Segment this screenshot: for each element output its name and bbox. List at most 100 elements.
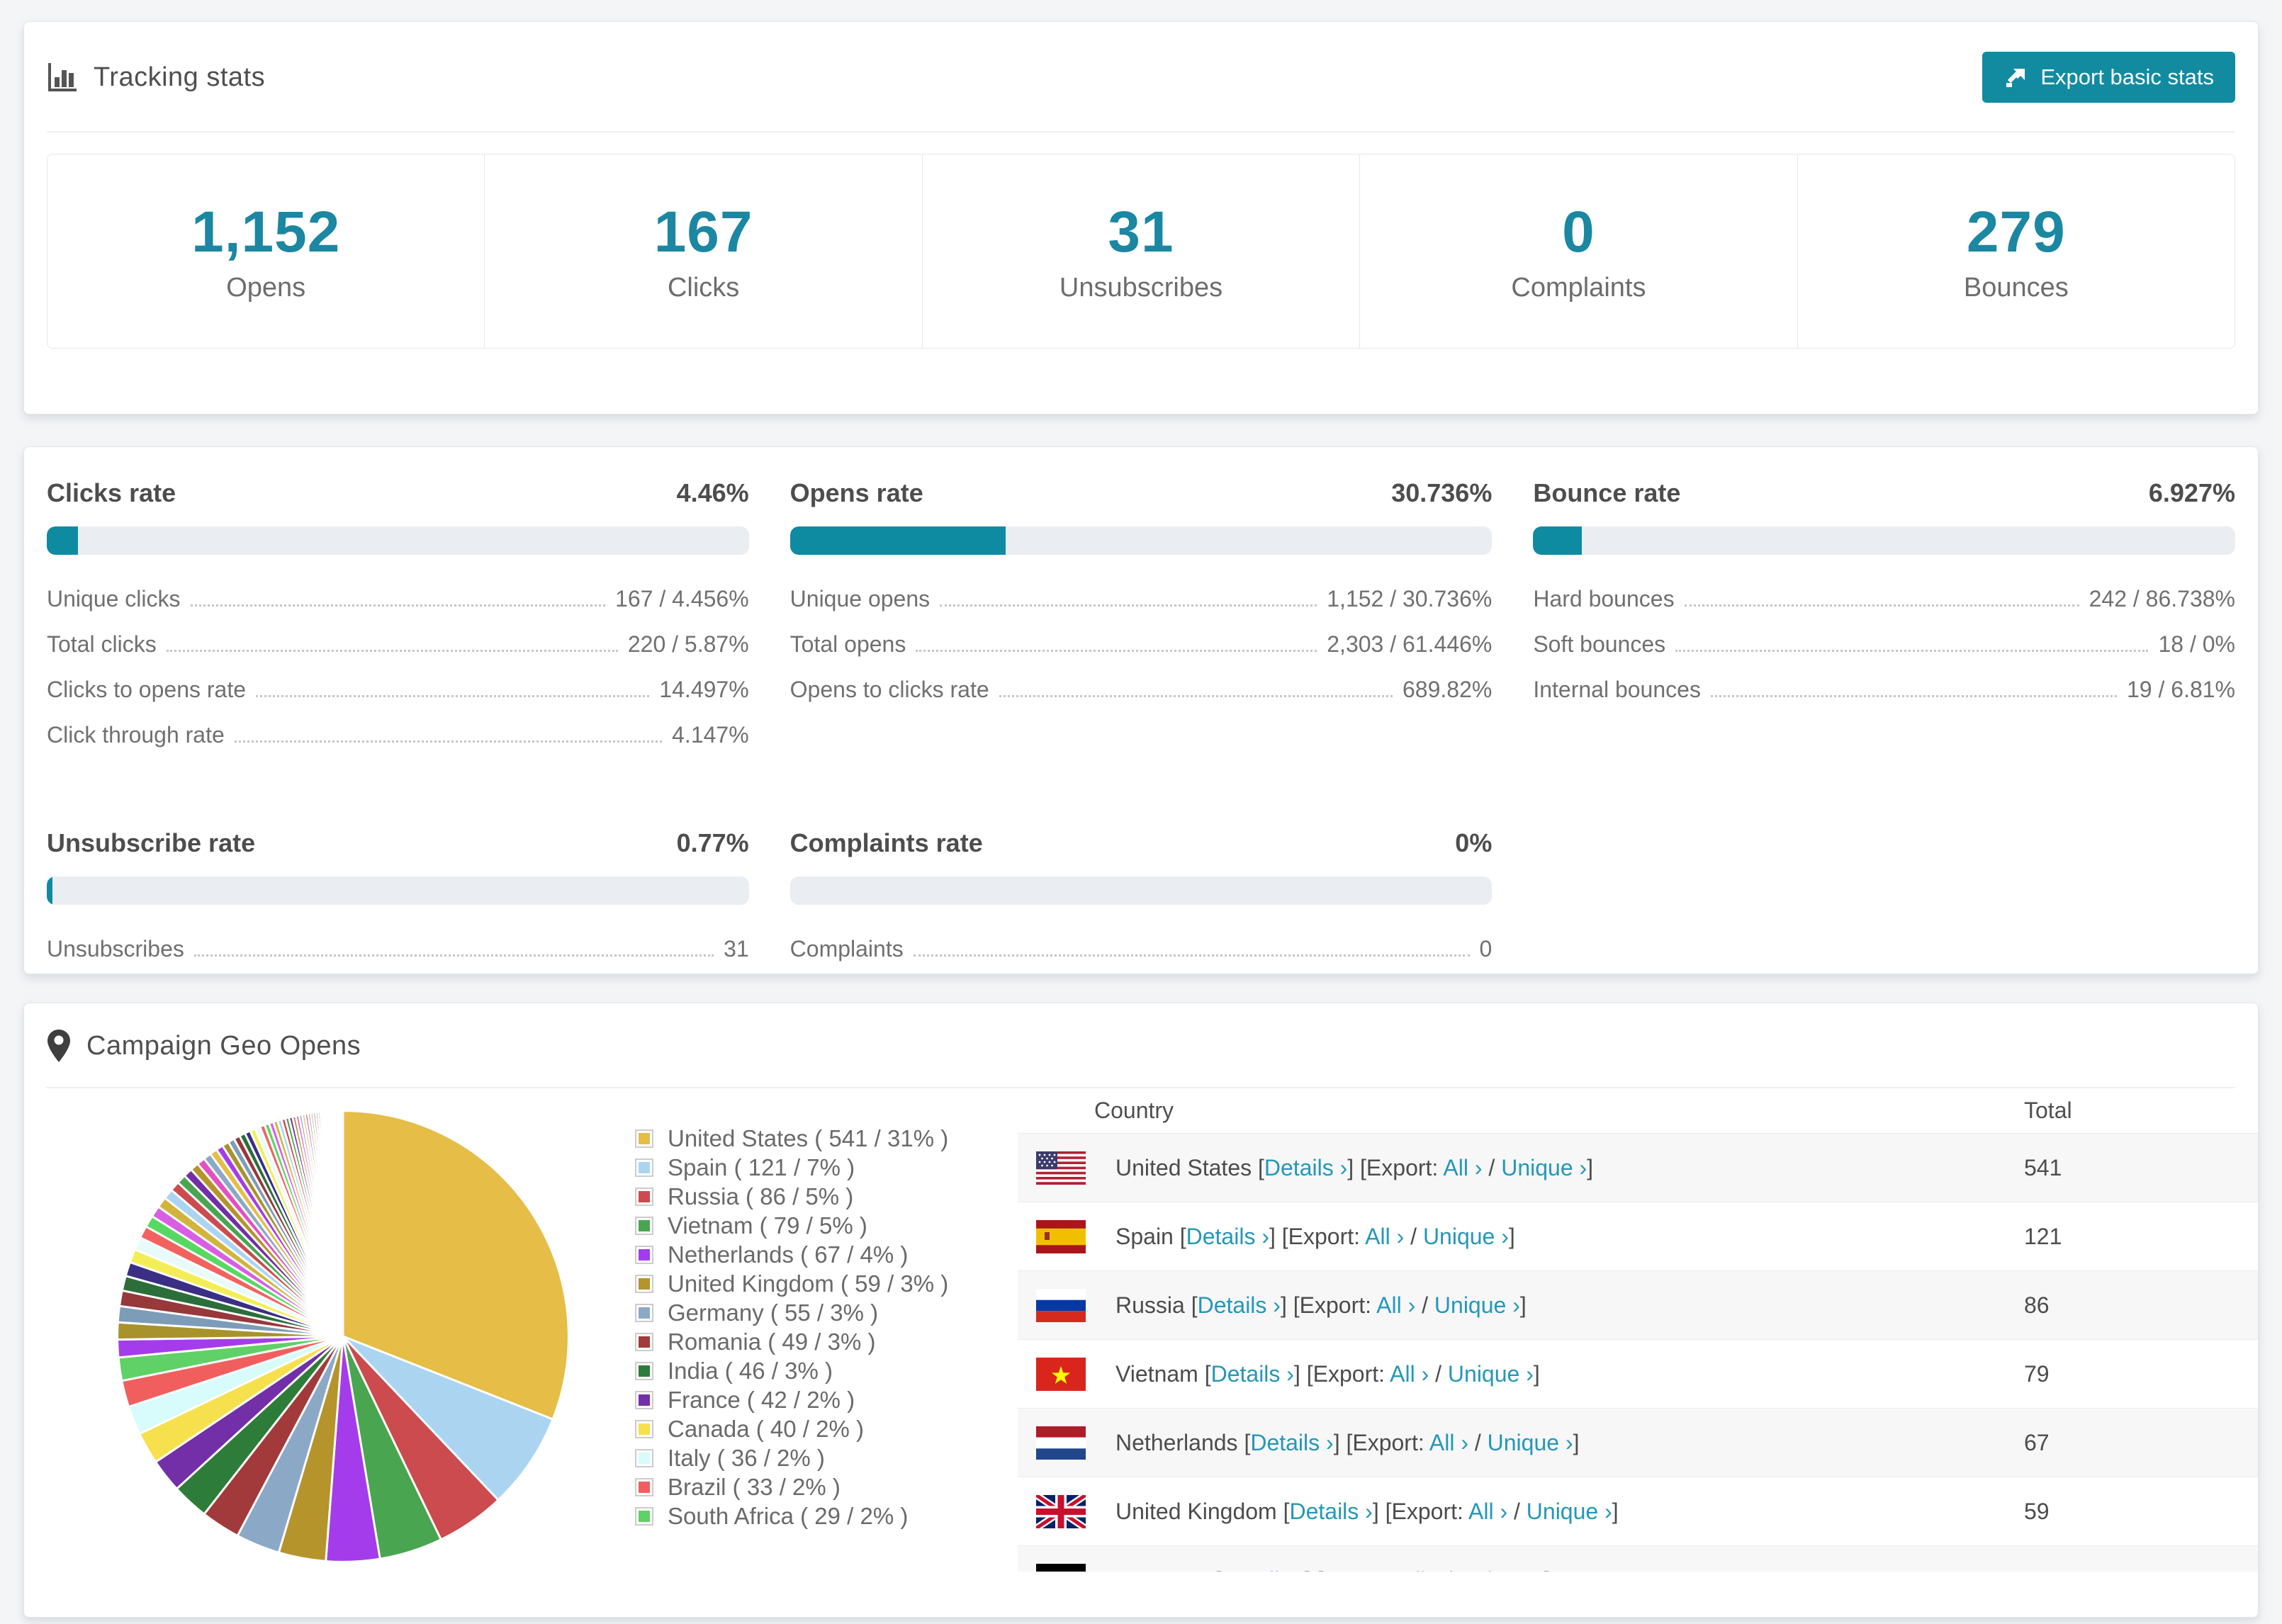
geo-table: Country Total United States [Details ›] …	[1018, 1088, 2258, 1572]
export-all-link[interactable]: All ›	[1376, 1292, 1415, 1318]
stat-line: Internal bounces 19 / 6.81%	[1533, 677, 2235, 706]
export-all-link[interactable]: All ›	[1443, 1155, 1482, 1180]
export-unique-link[interactable]: Unique ›	[1501, 1155, 1587, 1180]
export-unique-link[interactable]: Unique ›	[1423, 1224, 1509, 1249]
tracking-stats-card: Tracking stats Export basic stats 1,152 O…	[23, 21, 2259, 415]
stat-line: Unique clicks 167 / 4.456%	[47, 586, 749, 616]
rates-card: Clicks rate 4.46% Unique clicks 167 / 4.456…	[23, 446, 2259, 974]
progress-bar-fill	[47, 526, 79, 555]
stat-line: Total opens 2,303 / 61.446%	[790, 631, 1493, 661]
dotted-leader	[940, 604, 1317, 607]
stat-line-value: 220 / 5.87%	[627, 631, 749, 657]
details-link[interactable]: Details ›	[1250, 1430, 1333, 1455]
legend-label: Romania ( 49 / 3% )	[668, 1328, 876, 1355]
country-cell: Russia [Details ›] [Export: All › / Uniq…	[1018, 1288, 2024, 1322]
export-all-link[interactable]: All ›	[1429, 1430, 1468, 1455]
export-all-link[interactable]: All ›	[1400, 1567, 1439, 1572]
total-cell: 59	[2024, 1499, 2258, 1525]
stat-line-value: 689.82%	[1403, 677, 1493, 702]
details-link[interactable]: Details ›	[1211, 1361, 1294, 1387]
export-unique-link[interactable]: Unique ›	[1434, 1292, 1520, 1318]
export-unique-link[interactable]: Unique ›	[1488, 1430, 1573, 1455]
export-basic-stats-button[interactable]: Export basic stats	[1982, 52, 2235, 103]
geo-opens-header: Campaign Geo Opens	[24, 1003, 2258, 1087]
total-value: 79	[2024, 1360, 2050, 1387]
legend-label: France ( 42 / 2% )	[668, 1386, 855, 1413]
legend-swatch	[635, 1506, 653, 1526]
rate-title: Opens rate	[789, 478, 923, 507]
export-all-link[interactable]: All ›	[1365, 1224, 1404, 1249]
stat-line: Complaints 0	[790, 936, 1493, 966]
rate-head: Bounce rate 6.927%	[1533, 478, 2235, 508]
flag-es-icon	[1036, 1219, 1086, 1253]
rate-value: 4.46%	[676, 478, 749, 507]
legend-label: Germany ( 55 / 3% )	[668, 1299, 879, 1326]
total-cell: 121	[2024, 1224, 2258, 1250]
country-cell: Spain [Details ›] [Export: All › / Uniqu…	[1018, 1219, 2024, 1253]
total-value: 55	[2024, 1567, 2050, 1572]
details-link[interactable]: Details ›	[1186, 1224, 1269, 1249]
stat-label: Bounces	[1963, 273, 2069, 303]
rate-block-bounce-rate: Bounce rate 6.927% Hard bounces 242 / 86.73…	[1533, 478, 2235, 767]
rates-grid: Clicks rate 4.46% Unique clicks 167 / 4.456…	[47, 478, 2235, 981]
total-cell: 79	[2024, 1361, 2258, 1387]
legend-swatch	[635, 1245, 653, 1264]
stat-value: 31	[1108, 200, 1174, 264]
country-cell: United States [Details ›] [Export: All ›…	[1018, 1151, 2024, 1185]
details-link[interactable]: Details ›	[1289, 1499, 1372, 1524]
legend-item: United States ( 541 / 31% )	[635, 1124, 1018, 1153]
tracking-stats-header: Tracking stats Export basic stats	[24, 22, 2258, 131]
stat-line-value: 14.497%	[659, 677, 749, 702]
progress-bar-fill	[789, 526, 1006, 555]
legend-label: Vietnam ( 79 / 5% )	[668, 1212, 867, 1239]
pie-slice[interactable]	[340, 1110, 344, 1337]
legend-swatch	[635, 1390, 653, 1409]
legend-label: Netherlands ( 67 / 4% )	[668, 1241, 909, 1268]
stat-value: 279	[1966, 200, 2066, 264]
stat-line-label: Complaints	[789, 936, 904, 962]
rate-rows: Unique clicks 167 / 4.456% Total clicks 220…	[47, 586, 749, 752]
legend-swatch	[635, 1361, 653, 1380]
stat-label: Unsubscribes	[1059, 273, 1223, 303]
legend-label: South Africa ( 29 / 2% )	[668, 1502, 909, 1529]
export-unique-link[interactable]: Unique ›	[1458, 1567, 1544, 1572]
total-cell: 55	[2024, 1567, 2258, 1572]
export-all-link[interactable]: All ›	[1390, 1361, 1429, 1387]
summary-stats-row: 1,152 Opens 167 Clicks 31 Unsubscribes 0 Compla…	[47, 154, 2235, 349]
dotted-leader	[1710, 695, 2117, 697]
stat-line-label: Unsubscribes	[47, 936, 184, 962]
legend-label: Italy ( 36 / 2% )	[668, 1444, 825, 1471]
export-unique-link[interactable]: Unique ›	[1527, 1499, 1612, 1524]
rate-block-complaints-rate: Complaints rate 0% Complaints 0	[789, 828, 1493, 981]
country-links: Spain [Details ›] [Export: All › / Uniqu…	[1115, 1223, 1515, 1249]
flag-de-icon	[1036, 1563, 1086, 1572]
pie-legend: United States ( 541 / 31% ) Spain ( 121 /…	[635, 1088, 1018, 1617]
details-link[interactable]: Details ›	[1221, 1567, 1304, 1572]
details-link[interactable]: Details ›	[1198, 1292, 1281, 1318]
dotted-leader	[999, 695, 1393, 697]
rate-block-opens-rate: Opens rate 30.736% Unique opens 1,152 / 30.…	[789, 478, 1493, 767]
stat-label: Complaints	[1511, 273, 1646, 303]
stat-label: Opens	[226, 273, 306, 303]
legend-label: Brazil ( 33 / 2% )	[668, 1473, 841, 1500]
legend-swatch	[635, 1448, 653, 1467]
stat-line: Unique opens 1,152 / 30.736%	[790, 586, 1493, 616]
stat-line-label: Unique opens	[789, 586, 931, 611]
export-all-link[interactable]: All ›	[1468, 1499, 1507, 1524]
progress-bar-fill	[47, 876, 52, 905]
rate-block-clicks-rate: Clicks rate 4.46% Unique clicks 167 / 4.456…	[47, 478, 749, 767]
details-link[interactable]: Details ›	[1264, 1155, 1347, 1180]
dotted-leader	[190, 604, 606, 607]
rate-rows: Complaints 0	[790, 936, 1493, 966]
country-links: Germany [Details ›] [Export: All › / Uni…	[1115, 1567, 1551, 1572]
stat-line: Total clicks 220 / 5.87%	[47, 631, 749, 661]
dotted-leader	[1675, 650, 2149, 652]
export-unique-link[interactable]: Unique ›	[1448, 1361, 1534, 1387]
stat-line-value: 1,152 / 30.736%	[1327, 586, 1493, 611]
legend-swatch	[635, 1216, 653, 1235]
export-icon	[2006, 68, 2025, 87]
rate-value: 30.736%	[1391, 478, 1493, 507]
rate-value: 6.927%	[2148, 478, 2235, 507]
legend-swatch	[635, 1332, 653, 1351]
progress-bar-fill	[1533, 526, 1582, 555]
